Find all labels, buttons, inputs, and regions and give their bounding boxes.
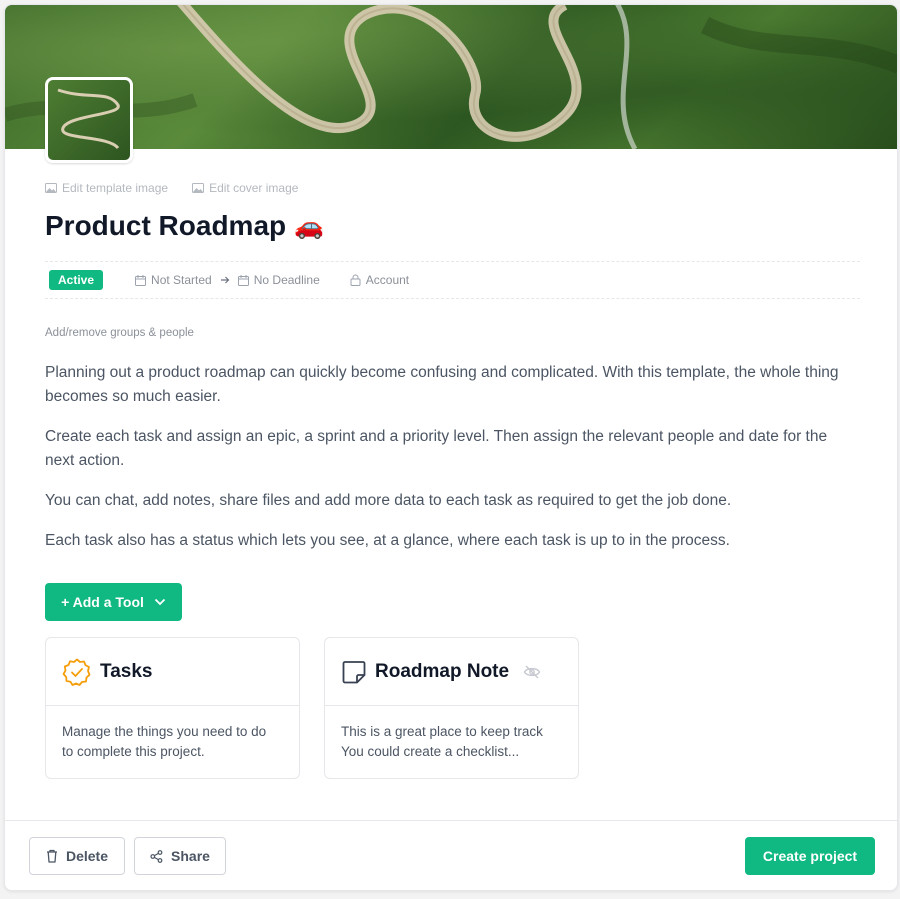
tool-card-roadmap-note[interactable]: Roadmap Note This is a great place to ke… [324,637,579,779]
tool-name: Roadmap Note [375,660,510,682]
create-project-modal: Edit template image Edit cover image Pro… [4,4,898,891]
project-title: Product Roadmap [45,210,287,241]
start-date[interactable]: Not Started [135,273,212,287]
start-date-label: Not Started [151,273,212,287]
create-project-button[interactable]: Create project [745,837,875,875]
add-tool-label: + Add a Tool [61,594,144,610]
calendar-icon [237,274,249,286]
deadline-label: No Deadline [253,273,320,287]
edit-template-image-link[interactable]: Edit template image [45,181,168,195]
delete-button[interactable]: Delete [29,837,125,875]
groups-people-link[interactable]: Add/remove groups & people [45,327,194,339]
note-icon [342,660,366,683]
modal-footer: Delete Share Create project [5,820,897,890]
tool-description-line: This is a great place to keep track [341,724,543,739]
check-badge-icon [62,658,91,686]
delete-label: Delete [65,848,109,864]
tool-description-line: You could create a checklist... [341,744,520,759]
description-paragraph: Planning out a product roadmap can quick… [45,364,839,405]
tool-description-line: to complete this project. [62,744,205,759]
page-title[interactable]: Product Roadmap 🚗 [45,210,324,242]
project-meta-bar: Active Not Started No Deadline Account [45,261,860,299]
share-icon [150,849,163,863]
image-icon [192,183,205,193]
image-icon [45,183,57,193]
lock-icon [350,274,361,286]
description-paragraph: Each task also has a status which lets y… [45,532,730,549]
deadline[interactable]: No Deadline [237,273,320,287]
status-badge[interactable]: Active [49,270,104,290]
cover-image [5,5,897,149]
car-emoji: 🚗 [294,212,325,240]
description-paragraph: Create each task and assign an epic, a s… [45,428,828,469]
tool-description-line: Manage the things you need to do [62,724,267,739]
arrow-right-icon [220,275,230,285]
share-label: Share [171,848,210,864]
edit-template-image-label: Edit template image [62,181,169,195]
edit-cover-image-link[interactable]: Edit cover image [192,181,298,195]
trash-icon [46,849,57,863]
template-image[interactable] [45,77,133,163]
edit-cover-image-label: Edit cover image [209,181,299,195]
project-description[interactable]: Planning out a product roadmap can quick… [45,361,860,569]
tool-name: Tasks [100,660,153,682]
share-button[interactable]: Share [134,837,226,875]
add-tool-button[interactable]: + Add a Tool [45,583,182,621]
visibility-setting[interactable]: Account [350,273,409,287]
calendar-icon [135,274,147,286]
eye-off-icon[interactable] [523,665,541,679]
chevron-down-icon [154,598,166,606]
description-paragraph: You can chat, add notes, share files and… [45,492,732,509]
tool-card-tasks[interactable]: Tasks Manage the things you need to do t… [45,637,300,779]
visibility-label: Account [365,273,410,287]
